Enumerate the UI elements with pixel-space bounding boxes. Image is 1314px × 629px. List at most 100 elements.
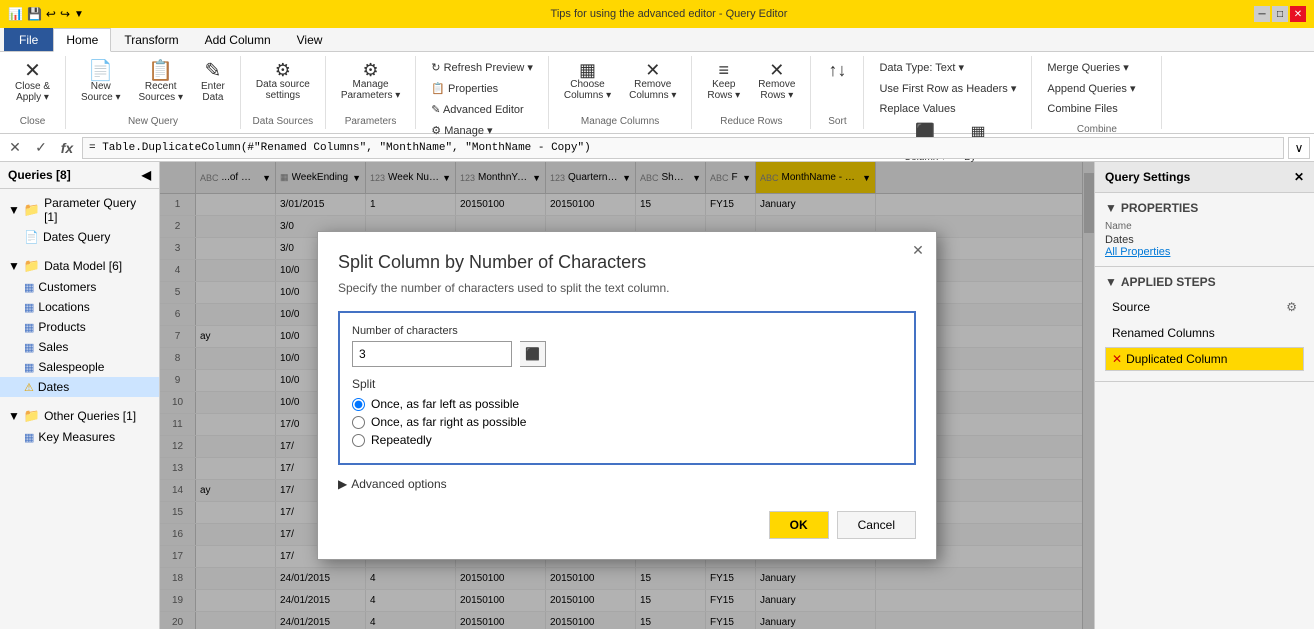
modal-cancel-button[interactable]: Cancel [837, 511, 916, 539]
data-source-settings-button[interactable]: ⚙ Data sourcesettings [249, 58, 317, 104]
recent-sources-icon: 📋 [148, 61, 173, 81]
name-label: Name [1105, 221, 1304, 232]
advanced-options-toggle[interactable]: ▶ Advanced options [338, 477, 916, 491]
choose-columns-button[interactable]: ▦ ChooseColumns ▾ [557, 58, 618, 104]
manage-parameters-button[interactable]: ⚙ ManageParameters ▾ [334, 58, 407, 104]
merge-queries-button[interactable]: Merge Queries ▾ [1040, 58, 1153, 77]
properties-title: ▼ PROPERTIES [1105, 201, 1304, 215]
tab-add-column[interactable]: Add Column [192, 28, 284, 51]
sidebar-group-header-data-model[interactable]: ▼ 📁 Data Model [6] [0, 255, 159, 277]
table-icon-key-measures: ▦ [24, 431, 34, 444]
sidebar-group-label-other: Other Queries [1] [44, 409, 136, 423]
remove-rows-button[interactable]: ✕ RemoveRows ▾ [751, 58, 802, 104]
step-settings-source-icon[interactable]: ⚙ [1286, 300, 1297, 314]
sidebar-item-salespeople[interactable]: ▦ Salespeople [0, 357, 159, 377]
refresh-preview-button[interactable]: ↻ Refresh Preview ▾ [424, 58, 540, 77]
redo-icon[interactable]: ↪ [60, 7, 70, 21]
applied-step-renamed-columns[interactable]: Renamed Columns [1105, 321, 1304, 345]
undo-icon[interactable]: ↩ [46, 7, 56, 21]
use-first-row-button[interactable]: Use First Row as Headers ▾ [872, 79, 1023, 98]
modal-close-button[interactable]: ✕ [908, 240, 928, 260]
recent-sources-button[interactable]: 📋 RecentSources ▾ [132, 58, 190, 106]
query-settings-close-button[interactable]: ✕ [1294, 170, 1304, 184]
all-properties-link[interactable]: All Properties [1105, 246, 1304, 258]
sidebar-item-dates-query[interactable]: 📄 Dates Query [0, 227, 159, 247]
dropdown-icon[interactable]: ▼ [74, 9, 84, 20]
folder-icon-data-model: 📁 [24, 258, 40, 274]
sidebar-item-label-key-measures: Key Measures [38, 430, 115, 444]
table-icon-salespeople: ▦ [24, 361, 34, 374]
sidebar-item-label-sales: Sales [38, 340, 68, 354]
sidebar-item-dates[interactable]: ⚠ Dates [0, 377, 159, 397]
combine-files-button[interactable]: Combine Files [1040, 100, 1153, 118]
ribbon-group-new-query: 📄 NewSource ▾ 📋 RecentSources ▾ ✎ EnterD… [66, 56, 241, 129]
radio-once-right-input[interactable] [352, 416, 365, 429]
ribbon-group-close: ✕ Close &Apply ▾ Close [0, 56, 66, 129]
ribbon-tabs: File Home Transform Add Column View [0, 28, 1314, 52]
remove-columns-button[interactable]: ✕ RemoveColumns ▾ [622, 58, 683, 104]
step-label-source: Source [1112, 300, 1150, 314]
chevron-down-icon-steps[interactable]: ▼ [1105, 275, 1117, 289]
save-icon[interactable]: 💾 [27, 7, 42, 21]
num-chars-icon[interactable]: ⬛ [520, 341, 546, 367]
sidebar-item-products[interactable]: ▦ Products [0, 317, 159, 337]
data-type-button[interactable]: Data Type: Text ▾ [872, 58, 1023, 77]
folder-icon-parameter: 📁 [24, 202, 40, 218]
warning-icon-dates: ⚠ [24, 381, 34, 394]
modal-ok-button[interactable]: OK [769, 511, 829, 539]
properties-button[interactable]: 📋 Properties [424, 79, 540, 98]
formula-input[interactable] [82, 137, 1284, 159]
new-source-button[interactable]: 📄 NewSource ▾ [74, 58, 127, 106]
radio-once-left-label: Once, as far left as possible [371, 397, 519, 411]
sidebar-item-customers[interactable]: ▦ Customers [0, 277, 159, 297]
sidebar-group-header-other[interactable]: ▼ 📁 Other Queries [1] [0, 405, 159, 427]
tab-home[interactable]: Home [53, 28, 111, 52]
radio-once-left-input[interactable] [352, 398, 365, 411]
tab-file[interactable]: File [4, 28, 53, 51]
keep-rows-button[interactable]: ≡ KeepRows ▾ [700, 58, 747, 104]
sidebar-item-sales[interactable]: ▦ Sales [0, 337, 159, 357]
sidebar-item-label-products: Products [38, 320, 85, 334]
radio-repeatedly-input[interactable] [352, 434, 365, 447]
ribbon-group-query: ↻ Refresh Preview ▾ 📋 Properties ✎ Advan… [416, 56, 549, 129]
remove-columns-icon: ✕ [645, 61, 660, 79]
radio-once-left[interactable]: Once, as far left as possible [352, 397, 902, 411]
sidebar-group-label-parameter: Parameter Query [1] [44, 196, 151, 224]
split-column-modal: ✕ Split Column by Number of Characters S… [317, 231, 937, 560]
ribbon-group-manage-columns-label: Manage Columns [581, 112, 659, 127]
radio-once-right[interactable]: Once, as far right as possible [352, 415, 902, 429]
formula-cancel-button[interactable]: ✕ [4, 137, 26, 159]
sidebar-item-key-measures[interactable]: ▦ Key Measures [0, 427, 159, 447]
close-button[interactable]: ✕ [1290, 6, 1306, 22]
num-chars-input[interactable] [352, 341, 512, 367]
close-apply-button[interactable]: ✕ Close &Apply ▾ [8, 58, 57, 106]
main-layout: Queries [8] ◀ ▼ 📁 Parameter Query [1] 📄 … [0, 162, 1314, 629]
sidebar-group-header-parameter[interactable]: ▼ 📁 Parameter Query [1] [0, 193, 159, 227]
advanced-editor-button[interactable]: ✎ Advanced Editor [424, 100, 540, 119]
minimize-button[interactable]: ─ [1254, 6, 1270, 22]
enter-data-button[interactable]: ✎ EnterData [194, 58, 232, 106]
sort-button[interactable]: ↑↓ [819, 58, 855, 82]
replace-values-button[interactable]: Replace Values [872, 100, 1023, 118]
sidebar-item-locations[interactable]: ▦ Locations [0, 297, 159, 317]
modal-title: Split Column by Number of Characters [338, 252, 916, 273]
chevron-down-icon-props[interactable]: ▼ [1105, 201, 1117, 215]
step-delete-icon[interactable]: ✕ [1112, 352, 1122, 366]
formula-expand-button[interactable]: ∨ [1288, 137, 1310, 159]
data-area: ABC ...of Week ▼ ▦ WeekEnding ▼ 123 Week… [160, 162, 1094, 629]
applied-step-source[interactable]: Source ⚙ [1105, 295, 1304, 319]
tab-view[interactable]: View [284, 28, 336, 51]
chevron-down-icon-dm: ▼ [8, 259, 20, 273]
modal-form-section: Number of characters ⬛ Split Once, as fa… [338, 311, 916, 465]
append-queries-button[interactable]: Append Queries ▾ [1040, 79, 1153, 98]
applied-step-duplicated-column[interactable]: ✕ Duplicated Column [1105, 347, 1304, 371]
ribbon: ✕ Close &Apply ▾ Close 📄 NewSource ▾ 📋 R… [0, 52, 1314, 134]
close-apply-icon: ✕ [24, 61, 41, 81]
radio-repeatedly[interactable]: Repeatedly [352, 433, 902, 447]
maximize-button[interactable]: □ [1272, 6, 1288, 22]
table-icon-sales: ▦ [24, 341, 34, 354]
tab-transform[interactable]: Transform [111, 28, 191, 51]
num-chars-label: Number of characters [352, 325, 902, 337]
formula-accept-button[interactable]: ✓ [30, 137, 52, 159]
sidebar-collapse-button[interactable]: ◀ [142, 168, 151, 182]
